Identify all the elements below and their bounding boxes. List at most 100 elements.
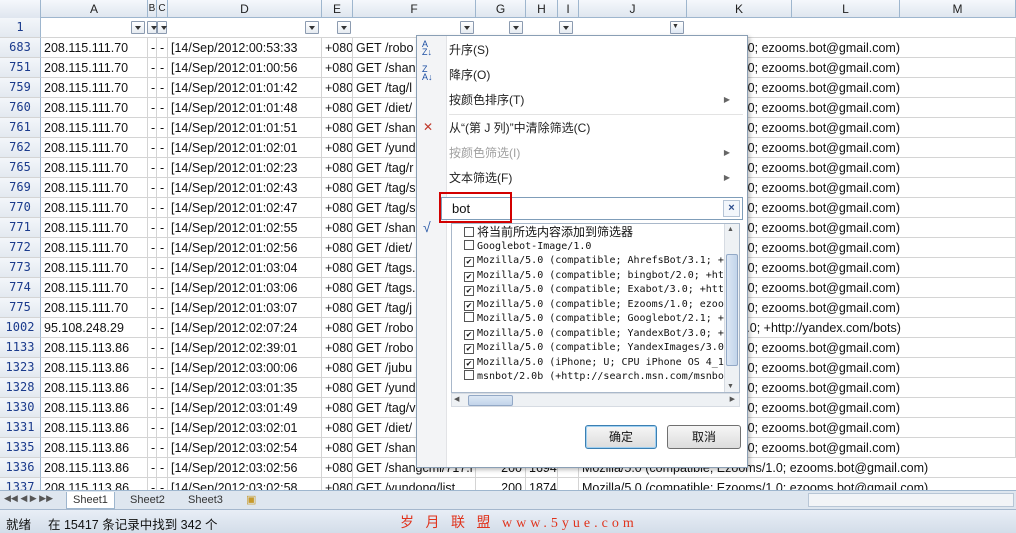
filter-dropdown-f[interactable]: [460, 21, 474, 34]
insert-sheet-icon[interactable]: ▣: [246, 493, 256, 506]
cell-b[interactable]: -: [148, 38, 157, 58]
cell-b[interactable]: -: [148, 278, 157, 298]
row-number[interactable]: 773: [0, 258, 41, 278]
cancel-button[interactable]: 取消: [667, 425, 741, 449]
cell-b[interactable]: -: [148, 338, 157, 358]
filter-dropdown-j-active[interactable]: [670, 21, 684, 34]
row-number[interactable]: 683: [0, 38, 41, 58]
cell-d[interactable]: [14/Sep/2012:03:00:06: [168, 358, 322, 378]
row-number[interactable]: 770: [0, 198, 41, 218]
filter-list-item[interactable]: ✔ Mozilla/5.0 (compatible; Exabot/3.0; +h…: [464, 283, 730, 297]
row-number[interactable]: 771: [0, 218, 41, 238]
cell-b[interactable]: -: [148, 358, 157, 378]
cell-e[interactable]: +080: [322, 318, 353, 338]
row-number[interactable]: 759: [0, 78, 41, 98]
cell-b[interactable]: -: [148, 438, 157, 458]
checkbox[interactable]: [464, 370, 474, 380]
filter-dropdown-d[interactable]: [305, 21, 319, 34]
row-number[interactable]: 1323: [0, 358, 41, 378]
cell-d[interactable]: [14/Sep/2012:03:02:56: [168, 458, 322, 478]
checkbox[interactable]: ✔: [464, 329, 474, 340]
col-header-k[interactable]: K: [687, 0, 792, 18]
cell-d[interactable]: [14/Sep/2012:03:02:01: [168, 418, 322, 438]
cell-c[interactable]: -: [157, 98, 168, 118]
cell-d[interactable]: [14/Sep/2012:01:02:47: [168, 198, 322, 218]
cell-e[interactable]: +080: [322, 58, 353, 78]
checkbox[interactable]: ✔: [464, 257, 474, 267]
cell-e[interactable]: +080: [322, 458, 353, 478]
cell-e[interactable]: +080: [322, 338, 353, 358]
cell-d[interactable]: [14/Sep/2012:03:02:54: [168, 438, 322, 458]
cell-a[interactable]: 208.115.111.70: [41, 178, 148, 198]
row-number[interactable]: 1335: [0, 438, 41, 458]
cell-b[interactable]: -: [148, 258, 157, 278]
col-header-c[interactable]: C: [157, 0, 168, 18]
cell-e[interactable]: +080: [322, 38, 353, 58]
cell-b[interactable]: -: [148, 178, 157, 198]
checkbox[interactable]: ✔: [464, 344, 474, 354]
cell-c[interactable]: -: [157, 438, 168, 458]
cell-d[interactable]: [14/Sep/2012:01:02:55: [168, 218, 322, 238]
menu-sort-ascending[interactable]: 升序(S): [449, 39, 489, 61]
cell-e[interactable]: +080: [322, 278, 353, 298]
cell-e[interactable]: +080: [322, 258, 353, 278]
menu-sort-descending[interactable]: 降序(O): [449, 64, 490, 86]
col-header-e[interactable]: E: [322, 0, 353, 18]
filter-list-item[interactable]: Mozilla/5.0 (compatible; Googlebot/2.1; …: [464, 312, 730, 326]
cell-b[interactable]: -: [148, 458, 157, 478]
scroll-right-icon[interactable]: ▶: [730, 395, 735, 403]
cell-a[interactable]: 208.115.111.70: [41, 78, 148, 98]
cell-d[interactable]: [14/Sep/2012:01:02:56: [168, 238, 322, 258]
filter-list-item[interactable]: ✔ Mozilla/5.0 (compatible; AhrefsBot/3.1;…: [464, 254, 739, 268]
cell-a[interactable]: 208.115.113.86: [41, 398, 148, 418]
cell-e[interactable]: +080: [322, 378, 353, 398]
checkbox[interactable]: [464, 227, 474, 237]
cell-b[interactable]: -: [148, 118, 157, 138]
cell-d[interactable]: [14/Sep/2012:01:01:42: [168, 78, 322, 98]
filter-dropdown-g[interactable]: [509, 21, 523, 34]
row-number[interactable]: 772: [0, 238, 41, 258]
col-header-f[interactable]: F: [353, 0, 476, 18]
cell-b[interactable]: -: [148, 298, 157, 318]
row-number[interactable]: 1336: [0, 458, 41, 478]
cell-c[interactable]: -: [157, 158, 168, 178]
cell-a[interactable]: 208.115.113.86: [41, 438, 148, 458]
filter-list-item[interactable]: Googlebot-Image/1.0: [464, 239, 591, 254]
tab-sheet3[interactable]: Sheet3: [182, 492, 229, 509]
col-header-a[interactable]: A: [41, 0, 148, 18]
cell-a[interactable]: 208.115.111.70: [41, 258, 148, 278]
cell-e[interactable]: +080: [322, 118, 353, 138]
ok-button[interactable]: 确定: [585, 425, 657, 449]
cell-e[interactable]: +080: [322, 178, 353, 198]
col-header-l[interactable]: L: [792, 0, 900, 18]
checkbox[interactable]: [464, 239, 474, 250]
row-number[interactable]: 1133: [0, 338, 41, 358]
cell-c[interactable]: -: [157, 118, 168, 138]
filter-list-item[interactable]: msnbot/2.0b (+http://search.msn.com/msnb…: [464, 370, 730, 384]
row-number[interactable]: 775: [0, 298, 41, 318]
row-number[interactable]: 1330: [0, 398, 41, 418]
scroll-down-icon[interactable]: ▼: [727, 383, 734, 390]
filter-list-item[interactable]: ✔ Mozilla/5.0 (compatible; YandexImages/3…: [464, 341, 724, 355]
cell-c[interactable]: -: [157, 398, 168, 418]
cell-e[interactable]: +080: [322, 138, 353, 158]
cell-c[interactable]: -: [157, 418, 168, 438]
cell-e[interactable]: +080: [322, 158, 353, 178]
cell-e[interactable]: +080: [322, 358, 353, 378]
checkbox[interactable]: ✔: [464, 286, 474, 296]
checkbox[interactable]: [464, 312, 474, 322]
tab-sheet1[interactable]: Sheet1: [66, 492, 115, 509]
filter-dropdown-a[interactable]: [131, 21, 145, 34]
cell-a[interactable]: 95.108.248.29: [41, 318, 148, 338]
cell-b[interactable]: -: [148, 418, 157, 438]
cell-c[interactable]: -: [157, 218, 168, 238]
cell-b[interactable]: -: [148, 198, 157, 218]
cell-a[interactable]: 208.115.111.70: [41, 118, 148, 138]
cell-c[interactable]: -: [157, 358, 168, 378]
col-header-b[interactable]: B: [148, 0, 157, 18]
cell-d[interactable]: [14/Sep/2012:02:07:24: [168, 318, 322, 338]
select-all-corner[interactable]: [0, 0, 41, 18]
row-number[interactable]: 1331: [0, 418, 41, 438]
cell-e[interactable]: +080: [322, 218, 353, 238]
cell-e[interactable]: +080: [322, 198, 353, 218]
